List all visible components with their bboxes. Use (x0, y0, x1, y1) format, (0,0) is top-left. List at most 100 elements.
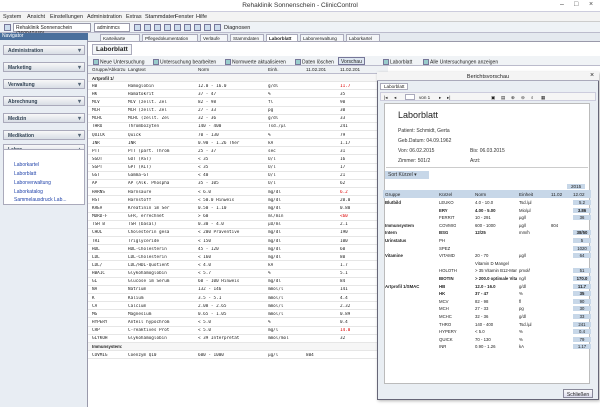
new-examination-button[interactable]: Neue Untersuchung (90, 57, 147, 65)
home-icon[interactable] (4, 24, 11, 31)
table-row[interactable]: MCHC MCHC (zellt. Zel 32 - 36 g/dl 33 (88, 115, 388, 123)
maximize-button[interactable]: □ (574, 1, 578, 8)
edit-examination-button[interactable]: Untersuchung bearbeiten (150, 57, 219, 65)
nav-medikation[interactable]: Medikation ▾ (3, 130, 85, 140)
menu-fenster[interactable]: Fenster (175, 14, 194, 20)
table-row[interactable]: GL Glucose im Serum 60 - 100 Hinweis mg/dl 8… (88, 278, 388, 286)
grid-section-row[interactable]: Artprofil 1/ (88, 74, 388, 83)
nav-medizin[interactable]: Medizin ▾ (3, 113, 85, 123)
update-normvalues-button[interactable]: Normwerte aktualisieren (222, 57, 289, 65)
menu-ansicht[interactable]: Ansicht (27, 14, 45, 20)
page-number-input[interactable] (405, 94, 415, 100)
laborblatt-button[interactable]: Laborblatt (380, 57, 415, 65)
col-date-2[interactable]: 11.02.201 (340, 67, 360, 72)
nav-laborverwaltung[interactable]: Laborverwaltung (14, 180, 51, 186)
tab-verlaeufe[interactable]: Verläufe (200, 34, 228, 42)
nav-marketing[interactable]: Marketing ▾ (3, 62, 85, 72)
dialog-tab-laborblatt[interactable]: Laborblatt (380, 83, 409, 90)
first-page-icon[interactable]: |◂ (384, 95, 388, 101)
menu-extras[interactable]: Extras (126, 14, 142, 20)
patient-icon[interactable] (174, 24, 181, 31)
table-row[interactable]: HB Hämoglobin 12.0 - 16.0 g/dl 11.7 (88, 82, 388, 91)
grid-section-row[interactable]: Immunsystem: (88, 342, 388, 352)
col-norm[interactable]: Norm (198, 67, 209, 72)
table-row[interactable]: KREA Kreatinin im Ser 0.50 - 1.10 mg/dl 0.80 (88, 204, 388, 213)
table-row[interactable]: HDL HDL-Cholesterin 45 - 120 mg/dl 60 (88, 245, 388, 254)
table-row[interactable]: MDRD-F GFR, errechnet > 60 ml/min <60 (88, 213, 388, 221)
table-row[interactable]: NA Natrium 132 - 146 mmol/l 141 (88, 286, 388, 295)
folder-icon[interactable] (144, 24, 151, 31)
table-row[interactable]: HBA1C Glykohämoglobin < 5.7% 5.1 (88, 270, 388, 278)
table-row[interactable]: HYPERY Anteil hypochrom < 5.0% 0.4 (88, 319, 388, 327)
print-icon[interactable]: ▣ (491, 95, 495, 101)
menu-hilfe[interactable]: Hilfe (196, 14, 207, 20)
table-row[interactable]: HK Hämatokrit 37 - 47% 35 (88, 90, 388, 99)
chart-icon[interactable] (184, 24, 191, 31)
col-date-1[interactable]: 11.02.201 (306, 67, 326, 72)
table-row[interactable]: CHOL Cholesterin gesa < 200 Präventive mg/d… (88, 229, 388, 237)
clinic-select[interactable]: Rehaklinik Sonnenschein (260940449) (13, 23, 91, 37)
print-icon[interactable] (154, 24, 161, 31)
close-icon[interactable]: × (590, 72, 594, 79)
zoom-in-icon[interactable]: ⊕ (511, 95, 515, 101)
find-icon[interactable]: ⌕ (531, 95, 534, 100)
minimize-button[interactable]: – (560, 1, 564, 8)
menu-administration[interactable]: Administration (87, 14, 122, 20)
table-row[interactable]: SGPT GPT (ALT) < 35 U/l 17 (88, 164, 388, 172)
page-setup-icon[interactable]: ▦ (541, 95, 545, 101)
nav-laborblatt[interactable]: Laborblatt (14, 171, 36, 177)
tab-pflegedokumentation[interactable]: Pflegedokumentation (142, 34, 198, 42)
table-row[interactable]: LDL LDL-Cholesterin < 160 mg/dl 80 (88, 253, 388, 262)
menu-einstellungen[interactable]: Einstellungen (50, 14, 83, 20)
nav-verwaltung[interactable]: Verwaltung ▾ (3, 79, 85, 89)
table-row[interactable]: HST Harnstoff < 50.0 Hinweis mg/dl 20.0 (88, 196, 388, 205)
nav-administration[interactable]: Administration ▾ (3, 45, 85, 55)
tab-stammdaten[interactable]: Stammdaten (230, 34, 264, 42)
preview-button[interactable]: Vorschau (338, 57, 365, 65)
nav-laborkartel[interactable]: Laborkartel (14, 162, 39, 168)
menu-system[interactable]: System (3, 14, 21, 20)
table-row[interactable]: MCV MCV (zellt. Zel 82 - 98 fl 90 (88, 98, 388, 107)
diagnosis-icon[interactable] (214, 24, 221, 31)
show-all-button[interactable]: Alle Untersuchungen anzeigen (420, 57, 501, 65)
nav-sammelausdruck[interactable]: Sammelausdruck Lab... (14, 197, 67, 203)
lab-icon[interactable] (194, 24, 201, 31)
tab-laborkartel[interactable]: Laborkartel (346, 34, 380, 42)
table-row[interactable]: CA Calcium 2.08 - 2.65 mmol/l 2.32 (88, 302, 388, 311)
table-row[interactable]: THRO Thrombozyten 140 - 400 Tsd./µl 241 (88, 123, 388, 132)
menu-stammdaten[interactable]: Stammdaten (145, 14, 176, 20)
zoom-out-icon[interactable]: ⊖ (521, 95, 525, 101)
table-row[interactable]: TRI Triglyceride < 150 mg/dl 100 (88, 237, 388, 246)
table-row[interactable]: MCH MCH (zellt. Zel 27 - 33 pg 30 (88, 107, 388, 115)
table-row[interactable]: GLYKOH Glykohämoglobin < 39 Interpretat mmo… (88, 335, 388, 343)
list-icon[interactable] (204, 24, 211, 31)
last-page-icon[interactable]: ▸| (447, 95, 451, 101)
table-row[interactable]: MG Magnesium 0.65 - 1.05 mmol/l 0.89 (88, 310, 388, 319)
col-einheit[interactable]: Einh. (268, 67, 278, 72)
table-row[interactable]: PTT PTT (part. Throm 25 - 37 sec 31 (88, 147, 388, 156)
table-row[interactable]: SGOT GOT (AST) < 35 U/l 16 (88, 156, 388, 164)
next-page-icon[interactable]: ▸ (439, 95, 441, 101)
close-dialog-button[interactable]: Schließen (563, 389, 593, 398)
table-row[interactable]: COVMIG Coenzym Q10 600 - 1000 µg/l 804 (88, 351, 388, 360)
user-select[interactable]: adminmcs (94, 23, 130, 32)
table-row[interactable]: K Kalium 3.5 - 5.1 mmol/l 4.4 (88, 294, 388, 303)
export-icon[interactable]: ▤ (501, 95, 505, 101)
prev-page-icon[interactable]: ◂ (394, 95, 396, 101)
calendar-icon[interactable] (164, 24, 171, 31)
close-window-button[interactable]: × (589, 1, 593, 8)
table-row[interactable]: LDL/LDL/HDL-Quotient < 4.0 kA 1.7 (88, 261, 388, 270)
tab-karteikarte[interactable]: Karteikarte (100, 34, 140, 42)
table-row[interactable]: HARNS Harnsäure < 6.0 mg/dl 6.2 (88, 188, 388, 197)
table-row[interactable]: GGT Gamma-GT < 40 U/l 21 (88, 172, 388, 180)
tab-laborverwaltung[interactable]: Laborverwaltung (300, 34, 344, 42)
table-row[interactable]: CRP C-reaktives Prot < 5.0 mg/l 14.0 (88, 327, 388, 335)
table-row[interactable]: INR INR 0.90 - 1.26 Ther kA 1.17 (88, 139, 388, 148)
sort-dropdown[interactable]: Sort Kürzel ▾ (385, 171, 429, 179)
diagnose-button[interactable]: Diagnosen (224, 25, 250, 31)
table-row[interactable]: QUICK Quick 70 - 130% 79 (88, 131, 388, 140)
table-row[interactable]: AP AP (Alk. Phospha 35 - 105 U/l 62 (88, 180, 388, 189)
nav-laborkatalog[interactable]: Laborkatalog (14, 189, 43, 195)
nav-abrechnung[interactable]: Abrechnung ▾ (3, 96, 85, 106)
col-gruppe[interactable]: Gruppe/Abkürzu (92, 67, 125, 72)
